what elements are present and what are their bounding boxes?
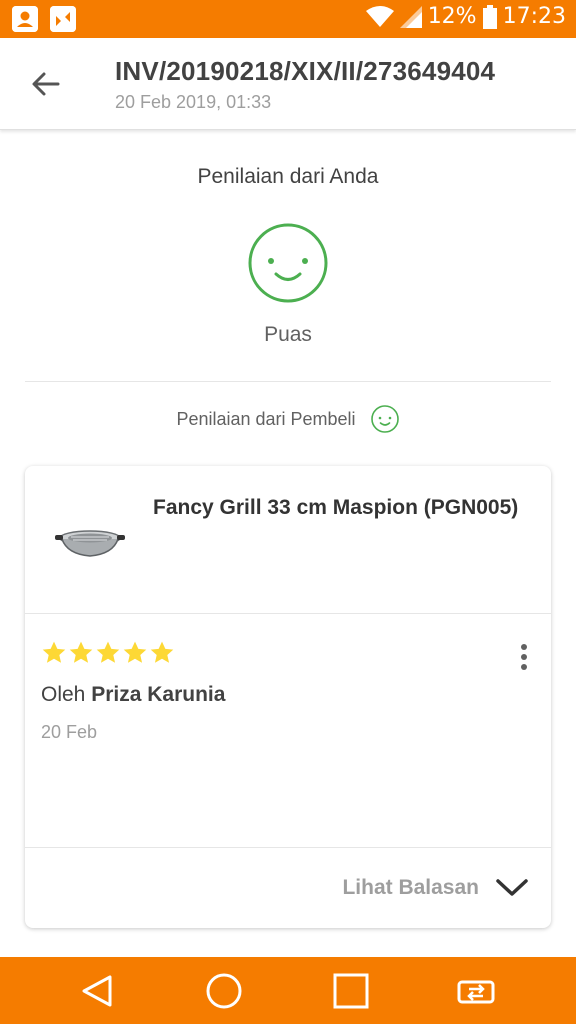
nav-back-icon[interactable] [78, 971, 118, 1011]
your-rating-label: Puas [264, 323, 312, 346]
star-icon [150, 641, 174, 663]
app-header: INV/20190218/XIX/II/273649404 20 Feb 201… [0, 38, 576, 130]
review-section: Oleh Priza Karunia 20 Feb [25, 614, 551, 848]
signal-icon [399, 5, 422, 28]
star-icon [69, 641, 93, 663]
smiley-icon [248, 223, 328, 303]
star-icon [96, 641, 120, 663]
buyer-rating: Penilaian dari Pembeli [0, 404, 576, 434]
review-date: 20 Feb [41, 722, 98, 742]
divider [25, 381, 551, 382]
smiley-icon [370, 405, 399, 433]
status-bar: 12% 17:23 [0, 0, 576, 38]
app-notification-icon [50, 6, 76, 32]
chevron-down-icon [496, 879, 528, 896]
product-name: Fancy Grill 33 cm Maspion (PGN005) [153, 496, 519, 519]
clock: 17:23 [502, 4, 566, 29]
star-icon [42, 641, 66, 663]
back-button[interactable] [26, 64, 66, 104]
review-card: Fancy Grill 33 cm Maspion (PGN005) Oleh … [25, 466, 551, 928]
star-icon [123, 641, 147, 663]
invoice-number: INV/20190218/XIX/II/273649404 [115, 56, 496, 86]
nav-rotate-icon[interactable] [456, 971, 496, 1011]
battery-icon [482, 4, 497, 29]
system-nav-bar [0, 957, 576, 1024]
wifi-icon [365, 5, 394, 27]
battery-percent: 12% [427, 4, 477, 29]
product-image [55, 530, 125, 557]
contact-notification-icon [12, 6, 38, 32]
reviewer-prefix: Oleh [41, 683, 86, 706]
more-options-icon[interactable] [519, 644, 529, 674]
your-rating-title: Penilaian dari Anda [197, 165, 379, 188]
reviewer-line: Oleh Priza Karunia [41, 683, 225, 707]
reviewer-name: Priza Karunia [91, 683, 226, 706]
view-replies-label: Lihat Balasan [342, 876, 479, 899]
star-rating [41, 640, 175, 666]
view-replies-button[interactable]: Lihat Balasan [25, 848, 551, 928]
nav-home-icon[interactable] [204, 971, 244, 1011]
nav-recents-icon[interactable] [331, 971, 371, 1011]
buyer-rating-label: Penilaian dari Pembeli [176, 408, 356, 429]
back-arrow-icon [32, 72, 60, 96]
invoice-date: 20 Feb 2019, 01:33 [115, 92, 272, 112]
product-row[interactable]: Fancy Grill 33 cm Maspion (PGN005) [25, 466, 551, 614]
